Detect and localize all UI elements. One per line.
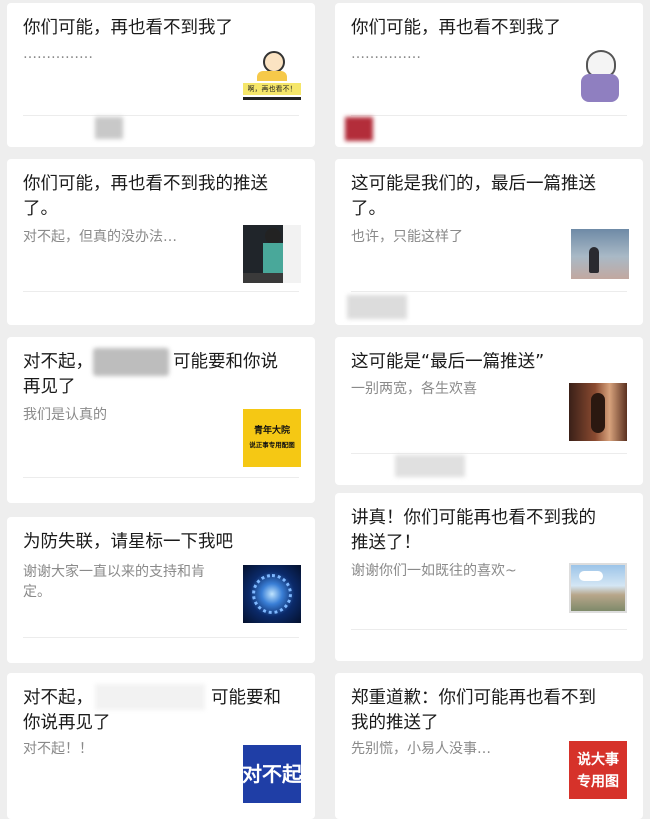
person-silhouette-icon [589,247,599,273]
card-subtitle: 对不起！！ [23,741,93,757]
article-card-5[interactable]: 对不起， 可能要和你说 再见了 我们是认真的 青年大院 说正事专用配图 [7,337,315,503]
card-subtitle: 一别两宽，各生欢喜 [351,381,477,397]
card-divider [351,453,627,454]
account-avatar-blurred [345,117,373,141]
card-title: 你说再见了 [23,713,111,733]
article-card-8[interactable]: 讲真！你们可能再也看不到我的 推送了！ 谢谢你们一如既往的喜欢~ [335,493,643,661]
redacted-name-blur [93,348,169,376]
card-subtitle: 先别慌，小易人没事… [351,741,491,757]
card-title: 对不起， [23,688,93,708]
card-thumbnail: 啊，再也看不！ [243,48,301,106]
card-divider [23,291,299,292]
thumbnail-banner-text: 对不起 [243,762,301,786]
account-avatar-blurred [347,295,407,319]
redacted-name-blur [95,684,205,710]
card-title: 这可能是我们的，最后一篇推送 [351,174,596,194]
card-title: 了。 [23,199,58,219]
card-title: 郑重道歉：你们可能再也看不到 [351,688,596,708]
card-title: 可能要和 [211,688,281,708]
thumbnail-caption-bar: 啊，再也看不！ [243,83,301,95]
card-divider [23,115,299,116]
cartoon-body-icon [257,71,287,81]
card-title: 你们可能，再也看不到我了 [351,18,561,38]
cloud-icon [579,571,603,581]
card-subtitle: …………… [351,46,421,62]
card-thumbnail: 说大事 专用图 [569,741,627,799]
card-subtitle: 我们是认真的 [23,407,107,423]
card-thumbnail [569,563,627,613]
article-card-10[interactable]: 郑重道歉：你们可能再也看不到 我的推送了 先别慌，小易人没事… 说大事 专用图 [335,673,643,819]
article-card-7[interactable]: 为防失联，请星标一下我吧 谢谢大家一直以来的支持和肯 定。 [7,517,315,663]
card-subtitle: 对不起，但真的没办法… [23,229,177,245]
thumbnail-text-line-2: 专用图 [577,774,619,790]
account-avatar-blurred [395,455,465,477]
card-title: 了。 [351,199,386,219]
card-title: 你们可能，再也看不到我的推送 [23,174,268,194]
astronaut-body-icon [581,74,619,102]
thumbnail-text-line-1: 青年大院 [253,426,290,436]
card-thumbnail [243,225,301,283]
card-subtitle: …………… [23,46,93,62]
card-title: 可能要和你说 [173,352,278,372]
thumbnail-text-line-2: 说正事专用配图 [249,441,295,449]
card-subtitle: 也许，只能这样了 [351,229,463,245]
card-subtitle: 谢谢你们一如既往的喜欢~ [351,563,517,579]
card-subtitle: 谢谢大家一直以来的支持和肯 [23,564,205,580]
account-avatar-blurred [95,117,123,139]
card-thumbnail: 青年大院 说正事专用配图 [243,409,301,467]
spiral-swirl-icon [252,574,292,614]
card-title: 你们可能，再也看不到我了 [23,18,233,38]
card-title: 这可能是“最后一篇推送” [351,352,545,372]
card-title: 对不起， [23,352,93,372]
card-title: 为防失联，请星标一下我吧 [23,532,233,552]
card-thumbnail [571,229,629,279]
card-thumbnail [573,48,631,106]
girl-body-icon [263,243,283,273]
article-card-9[interactable]: 对不起， 可能要和 你说再见了 对不起！！ 对不起 [7,673,315,819]
card-title: 推送了！ [351,533,421,553]
card-divider [351,115,627,116]
card-divider [23,637,299,638]
card-divider [351,291,627,292]
thumbnail-stripe [243,97,301,100]
card-divider [23,477,299,478]
card-title: 讲真！你们可能再也看不到我的 [351,508,596,528]
article-card-4[interactable]: 这可能是我们的，最后一篇推送 了。 也许，只能这样了 [335,159,643,325]
thumbnail-light-strip [283,225,301,283]
card-title: 我的推送了 [351,713,439,733]
cartoon-figure-icon [263,51,285,73]
card-divider [351,629,627,630]
card-thumbnail [569,383,627,441]
card-thumbnail [243,565,301,623]
couple-silhouette-icon [591,393,605,433]
card-subtitle: 定。 [23,584,51,600]
girl-figure-icon [265,228,281,244]
card-thumbnail: 对不起 [243,745,301,803]
article-card-2[interactable]: 你们可能，再也看不到我了 …………… [335,3,643,147]
article-card-6[interactable]: 这可能是“最后一篇推送” 一别两宽，各生欢喜 [335,337,643,485]
article-card-3[interactable]: 你们可能，再也看不到我的推送 了。 对不起，但真的没办法… [7,159,315,325]
thumbnail-text-line-1: 说大事 [577,752,619,768]
card-title: 再见了 [23,377,76,397]
article-card-1[interactable]: 你们可能，再也看不到我了 …………… 啊，再也看不！ [7,3,315,147]
